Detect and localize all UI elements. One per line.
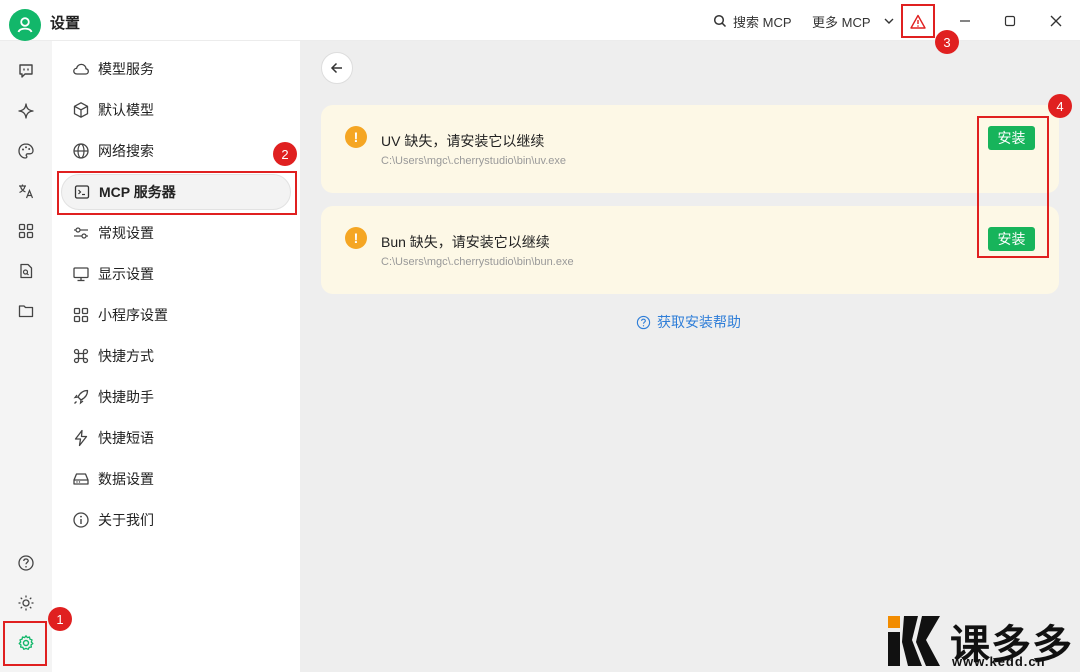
- nav-item-quick-phrases[interactable]: 快捷短语: [61, 420, 291, 456]
- help-circle-icon: [636, 315, 651, 329]
- watermark: 课多多 www.kedd.cn: [882, 606, 1080, 672]
- activity-bar: [0, 41, 52, 672]
- folder-icon: [18, 305, 34, 318]
- chat-button[interactable]: [12, 57, 40, 85]
- annotation-badge-1: 1: [48, 607, 72, 631]
- file-search-icon: [20, 263, 33, 279]
- annotation-box-install: [977, 116, 1049, 258]
- nav-item-display-settings[interactable]: 显示设置: [61, 256, 291, 292]
- warning-button[interactable]: [901, 4, 935, 38]
- translate-button[interactable]: [12, 177, 40, 205]
- watermark-url: www.kedd.cn: [952, 654, 1046, 669]
- nav-item-label: 关于我们: [98, 512, 154, 528]
- chat-icon: [19, 64, 33, 78]
- paint-button[interactable]: [12, 137, 40, 165]
- maximize-icon: [1004, 15, 1016, 27]
- nav-item-quick-assistant[interactable]: 快捷助手: [61, 379, 291, 415]
- back-button[interactable]: [321, 52, 353, 84]
- annotation-box-mcp: [57, 171, 297, 215]
- sparkle-icon: [18, 103, 34, 119]
- avatar[interactable]: [9, 9, 41, 41]
- nav-item-web-search[interactable]: 网络搜索: [61, 133, 291, 169]
- window-title: 设置: [50, 15, 81, 32]
- palette-icon: [18, 143, 34, 159]
- annotation-badge-2: 2: [273, 142, 297, 166]
- theme-toggle-button[interactable]: [12, 589, 40, 617]
- exclamation-icon: !: [345, 227, 367, 249]
- nav-item-label: 数据设置: [98, 471, 154, 487]
- install-help-link[interactable]: 获取安装帮助: [636, 312, 741, 332]
- monitor-icon: [73, 267, 89, 282]
- help-circle-icon: [18, 555, 34, 571]
- nav-item-about-us[interactable]: 关于我们: [61, 502, 291, 538]
- cube-icon: [73, 102, 89, 118]
- main-content: ! UV 缺失，请安装它以继续 C:\Users\mgc\.cherrystud…: [301, 41, 1080, 672]
- user-icon: [17, 17, 33, 33]
- nav-item-label: 小程序设置: [98, 307, 168, 323]
- grid-icon: [73, 307, 89, 323]
- nav-item-model-service[interactable]: 模型服务: [61, 51, 291, 87]
- maximize-button[interactable]: [996, 8, 1024, 34]
- annotation-box-settings: [3, 621, 47, 666]
- nav-item-label: 快捷助手: [98, 389, 154, 405]
- command-icon: [73, 348, 89, 364]
- more-mcp-label: 更多 MCP: [812, 14, 871, 30]
- sliders-icon: [74, 227, 88, 239]
- sun-moon-icon: [18, 595, 34, 611]
- hard-drive-icon: [73, 473, 89, 485]
- nav-item-default-model[interactable]: 默认模型: [61, 92, 291, 128]
- zap-icon: [74, 429, 88, 447]
- close-button[interactable]: [1042, 8, 1070, 34]
- nav-item-label: 常规设置: [98, 225, 154, 241]
- install-help-label: 获取安装帮助: [657, 314, 741, 330]
- search-mcp-button[interactable]: 搜索 MCP: [713, 10, 792, 32]
- cloud-icon: [73, 63, 89, 75]
- nav-item-label: 模型服务: [98, 61, 154, 77]
- knowledge-button[interactable]: [12, 257, 40, 285]
- globe-icon: [73, 143, 89, 159]
- nav-item-label: 快捷短语: [98, 430, 154, 446]
- nav-item-label: 快捷方式: [98, 348, 154, 364]
- agents-button[interactable]: [12, 97, 40, 125]
- watermark-logo: [888, 616, 940, 666]
- search-icon: [713, 14, 727, 28]
- minimize-icon: [960, 20, 970, 22]
- warning-title: UV 缺失，请安装它以继续: [381, 133, 545, 149]
- nav-item-label: 显示设置: [98, 266, 154, 282]
- annotation-badge-3: 3: [935, 30, 959, 54]
- warning-title: Bun 缺失，请安装它以继续: [381, 234, 550, 250]
- exclamation-icon: !: [345, 126, 367, 148]
- nav-item-label: 网络搜索: [98, 143, 154, 159]
- nav-item-label: 默认模型: [98, 102, 154, 118]
- warning-card-uv: ! UV 缺失，请安装它以继续 C:\Users\mgc\.cherrystud…: [321, 105, 1059, 193]
- files-button[interactable]: [12, 297, 40, 325]
- annotation-badge-4: 4: [1048, 94, 1072, 118]
- warning-triangle-icon: [910, 14, 926, 29]
- more-mcp-dropdown[interactable]: 更多 MCP: [812, 10, 895, 32]
- warning-card-bun: ! Bun 缺失，请安装它以继续 C:\Users\mgc\.cherrystu…: [321, 206, 1059, 294]
- warning-path: C:\Users\mgc\.cherrystudio\bin\bun.exe: [381, 256, 574, 268]
- info-icon: [73, 512, 89, 528]
- search-mcp-label: 搜索 MCP: [733, 14, 792, 30]
- title-bar: 设置 搜索 MCP 更多 MCP: [0, 0, 1080, 41]
- nav-item-miniapp-settings[interactable]: 小程序设置: [61, 297, 291, 333]
- grid-icon: [18, 223, 34, 239]
- warning-path: C:\Users\mgc\.cherrystudio\bin\uv.exe: [381, 155, 567, 167]
- arrow-left-icon: [330, 62, 342, 74]
- rocket-icon: [73, 389, 89, 405]
- help-button[interactable]: [12, 549, 40, 577]
- minimize-button[interactable]: [951, 8, 979, 34]
- translate-icon: [19, 184, 34, 199]
- nav-item-data-settings[interactable]: 数据设置: [61, 461, 291, 497]
- settings-nav: 模型服务 默认模型 网络搜索 MCP 服务器 常规设置 显示设置 小程序设置 快…: [52, 41, 301, 672]
- nav-item-general-settings[interactable]: 常规设置: [61, 215, 291, 251]
- apps-button[interactable]: [12, 217, 40, 245]
- close-icon: [1050, 15, 1062, 27]
- nav-item-shortcuts[interactable]: 快捷方式: [61, 338, 291, 374]
- chevron-down-icon: [884, 18, 894, 24]
